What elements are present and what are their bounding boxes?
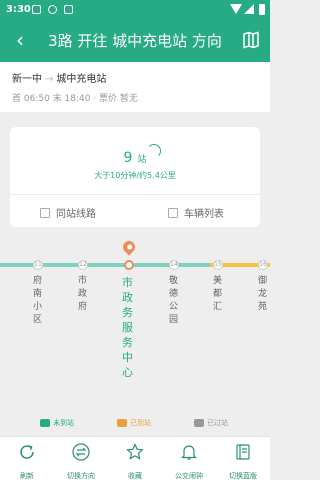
back-arrow-icon[interactable]: ‹ [8,28,32,52]
wifi-icon [230,4,242,14]
legend-item: 已到站 [117,418,151,428]
legend: 未到站 已到站 已过站 [0,416,270,430]
station-strip[interactable]: 11 府南小区 12 市政府 市政务服务中心 14 敬德公园 15 美都汇 16… [0,236,270,436]
station-name: 美都汇 [213,276,223,312]
vehicle-list-label: 车辆列表 [184,209,224,220]
station-index: 16 [258,260,268,270]
station-name: 市政府 [78,276,88,312]
arrival-summary: 大于10分钟/约5.4公里 [94,171,176,180]
page-title: 3路 开往 城中充电站 方向 [48,32,222,50]
notification-icon [32,5,41,14]
calendar-icon [168,207,178,218]
route-info: 新一中 → 城中充电站 首 06:50 末 18:40 · 票价 暂无 [0,62,270,112]
favorite-button[interactable]: 收藏 [108,437,162,480]
station-index: 11 [33,260,43,270]
station-name: 府南小区 [33,276,43,325]
bus-icon [40,419,50,427]
station-name: 御龙苑 [258,276,268,312]
legend-item: 已过站 [194,418,228,428]
switch-direction-label: 切换方向 [67,472,95,480]
stops-remaining: 9 站 [10,147,260,166]
star-icon [126,443,144,460]
notification-icon [64,5,73,14]
bus-icon [117,419,127,427]
battery-icon [259,4,265,15]
route-from: 新一中 [12,74,42,85]
station-name: 敬德公园 [169,276,179,325]
station-index [124,260,134,270]
vehicle-list-button[interactable]: 车辆列表 [168,205,224,220]
same-stop-lines-button[interactable]: 同站线路 [40,205,96,220]
favorite-label: 收藏 [128,472,142,480]
map-icon[interactable] [242,31,260,49]
switch-theme-label: 切换蓝版 [229,472,257,480]
bus-alarm-label: 公交闹钟 [175,472,203,480]
legend-label: 已到站 [130,419,151,427]
status-time: 3:30 [6,4,31,15]
realtime-signal-icon [147,144,161,158]
route-arrow: → [45,74,54,85]
app-bar: ‹ 3路 开往 城中充电站 方向 [0,20,270,62]
refresh-icon [20,445,34,459]
document-icon [40,207,50,218]
switch-direction-button[interactable]: 切换方向 [54,437,108,480]
book-icon [236,444,250,460]
bus-icon [194,419,204,427]
station-name: 市政务服务中心 [122,276,133,379]
arrival-card: 9 站 大于10分钟/约5.4公里 同站线路 车辆列表 [10,127,260,227]
bus-alarm-button[interactable]: 公交闹钟 [162,437,216,480]
station-index: 14 [169,260,179,270]
signal-icon [244,4,254,14]
station-index: 12 [78,260,88,270]
route-endpoints: 新一中 → 城中充电站 [12,70,106,85]
refresh-label: 刷新 [20,472,34,480]
notification-icon [48,5,57,14]
bell-icon [181,445,197,460]
bottom-toolbar: 刷新 切换方向 收藏 公交闹钟 切换蓝版 [0,436,270,480]
refresh-button[interactable]: 刷新 [0,437,54,480]
legend-label: 已过站 [207,419,228,427]
station-index: 15 [213,260,223,270]
stops-unit: 站 [137,155,147,165]
legend-label: 未到站 [53,419,74,427]
legend-item: 未到站 [40,418,74,428]
swap-icon [72,443,90,461]
status-bar: 3:30 [0,0,270,20]
divider [10,194,260,195]
switch-theme-button[interactable]: 切换蓝版 [216,437,270,480]
route-to: 城中充电站 [56,74,107,85]
same-stop-lines-label: 同站线路 [56,209,96,220]
route-schedule: 首 06:50 末 18:40 · 票价 暂无 [12,94,138,104]
stops-count: 9 [123,150,133,166]
